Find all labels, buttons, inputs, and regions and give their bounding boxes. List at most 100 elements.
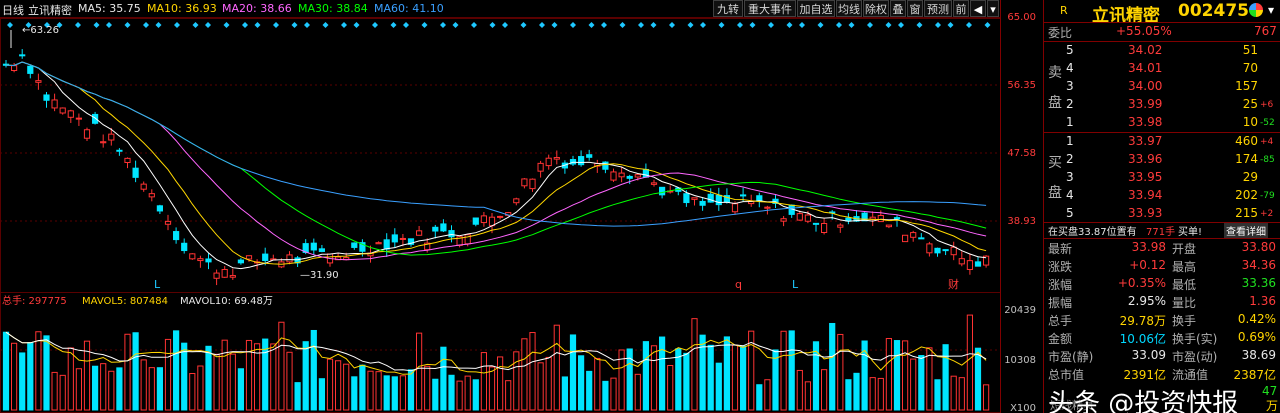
candle-body <box>821 222 828 233</box>
sell-level-row[interactable]: 1 33.98 10 -52 <box>1044 114 1280 132</box>
volume-bar <box>594 357 601 411</box>
major-events-button[interactable]: 重大事件 <box>744 0 796 17</box>
event-diamond-icon <box>353 22 360 28</box>
sell-level-row[interactable]: 4 34.01 70 <box>1044 60 1280 78</box>
sell-level: 2 <box>1066 97 1074 111</box>
chart-area[interactable]: 65.00 56.35 47.58 38.93 20439 10308 X100 ←63.26… <box>0 0 1043 413</box>
buy-volume: 29 <box>1242 170 1258 184</box>
volume-bar <box>213 353 220 411</box>
buy-level: 4 <box>1066 188 1074 202</box>
add-watchlist-button[interactable]: 加自选 <box>797 0 835 17</box>
candle-body <box>229 275 236 278</box>
buy-volume: 202 <box>1235 188 1258 202</box>
sell-price: 33.99 <box>1128 97 1163 111</box>
stat-value-left: 29.78万 <box>1119 314 1166 328</box>
volume-bar <box>440 346 447 411</box>
volume-bar <box>821 369 828 411</box>
prev-button[interactable]: 前 <box>953 0 969 17</box>
volume-bar <box>140 359 147 411</box>
jiuzhuan-button[interactable]: 九转 <box>713 0 743 17</box>
volume-bar <box>934 379 941 411</box>
volume-bar <box>642 341 649 411</box>
candle-body <box>164 220 172 225</box>
event-diamond-icon <box>551 22 558 28</box>
forecast-button[interactable]: 预测 <box>924 0 952 17</box>
candle-body <box>416 230 423 236</box>
volume-bar <box>634 373 641 411</box>
volume-bar <box>221 339 228 411</box>
volume-bar <box>707 344 714 411</box>
candle-body <box>837 224 844 228</box>
volume-bar <box>424 365 431 411</box>
event-diamond-icon <box>737 22 743 28</box>
event-diamond-icon <box>502 22 508 28</box>
volume-bar <box>164 338 172 411</box>
volume-bar <box>51 371 58 411</box>
period-label[interactable]: 日线 <box>2 2 24 18</box>
volume-bar <box>788 330 795 411</box>
volume-bar <box>399 375 406 411</box>
watermark-text: 头条 @投资快报 <box>1048 389 1239 413</box>
stat-value-right: 34.36 <box>1241 258 1276 272</box>
candle-body <box>586 154 593 158</box>
stat-row: 金额 10.06亿 换手(实) 0.69% <box>1044 329 1280 347</box>
candle-body <box>926 243 933 254</box>
volume-bar <box>359 364 366 411</box>
event-diamond-icon <box>372 22 378 28</box>
buy-level-row[interactable]: 1 33.97 460 +4 <box>1044 133 1280 151</box>
event-diamond-icon <box>106 22 112 28</box>
candle-body <box>221 269 228 278</box>
volume-bar <box>205 345 212 411</box>
volume-bar <box>966 314 973 411</box>
buy-level-row[interactable]: 5 33.93 215 +2 <box>1044 205 1280 223</box>
color-wheel-icon[interactable] <box>1249 3 1263 17</box>
panel-dropdown-icon[interactable]: ▾ <box>1268 3 1274 17</box>
view-detail-link[interactable]: 查看详细 <box>1224 223 1268 238</box>
sell-level-row[interactable]: 2 33.99 25 +6 <box>1044 96 1280 114</box>
volume-bar <box>343 363 350 411</box>
candle-body <box>140 183 147 190</box>
sell-label-char-0: 卖 <box>1048 65 1062 81</box>
candle-body <box>521 178 528 187</box>
event-diamond-icon <box>155 22 162 28</box>
candle-body <box>497 215 504 218</box>
candle-body <box>756 195 763 202</box>
candle-body <box>626 175 633 179</box>
ma5-line <box>5 61 987 270</box>
volume-bar <box>804 381 811 411</box>
stat-row: 涨跌 +0.12 最高 34.36 <box>1044 257 1280 275</box>
sell-level-row[interactable]: 5 34.02 51 <box>1044 42 1280 60</box>
volume-bar <box>723 336 730 411</box>
candle-body <box>683 193 690 204</box>
candle-body <box>213 272 220 279</box>
window-button[interactable]: 窗 <box>907 0 923 17</box>
ma10-line <box>5 61 987 265</box>
candle-body <box>950 246 957 256</box>
ex-rights-button[interactable]: 除权 <box>863 0 889 17</box>
candle-body <box>51 99 58 109</box>
stat-value-right: 0.42% <box>1237 312 1276 326</box>
price-axis-label: 65.00 <box>1007 12 1036 23</box>
buy-level: 3 <box>1066 170 1074 184</box>
volume-bar <box>407 369 415 411</box>
dropdown-icon[interactable]: ▾ <box>987 0 999 17</box>
candle-body <box>877 215 884 223</box>
quote-header: R 立讯精密 002475 ▾ <box>1044 1 1280 26</box>
overlay-button[interactable]: 叠 <box>890 0 906 17</box>
scroll-left-icon[interactable]: ◀ <box>970 0 986 17</box>
ma20-line <box>5 61 987 261</box>
buy-level-row[interactable]: 3 33.95 29 <box>1044 169 1280 187</box>
volume-bar <box>586 370 593 411</box>
ma-button[interactable]: 均线 <box>836 0 862 17</box>
sell-price: 34.02 <box>1128 43 1163 57</box>
ma60-line <box>5 61 987 227</box>
event-diamond-icon <box>700 22 706 28</box>
sell-level-row[interactable]: 3 34.00 157 <box>1044 78 1280 96</box>
volume-axis-label: X100 <box>1010 403 1036 413</box>
ma30-label: MA30: 38.84 <box>298 2 368 15</box>
sell-volume: 157 <box>1235 79 1258 93</box>
buy-level-row[interactable]: 4 33.94 202 -79 <box>1044 187 1280 205</box>
buy-level-row[interactable]: 2 33.96 174 -85 <box>1044 151 1280 169</box>
candle-body <box>35 80 42 83</box>
event-diamond-icon <box>935 22 941 28</box>
